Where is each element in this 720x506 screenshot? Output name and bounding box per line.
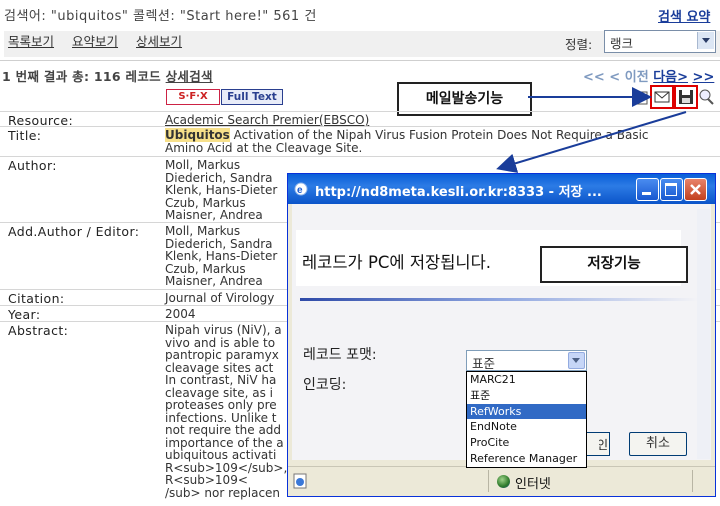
format-select[interactable]: 표준 — [466, 350, 587, 371]
minimize-button[interactable] — [636, 178, 659, 201]
sort-select-value: 랭크 — [610, 36, 634, 51]
title-highlight: Ubiquitos — [165, 128, 230, 142]
divider — [300, 298, 698, 301]
year-label: Year: — [8, 307, 41, 322]
format-option-procite[interactable]: ProCite — [467, 435, 586, 451]
save-icon[interactable] — [674, 85, 698, 109]
citation-value: Journal of Virology — [165, 291, 275, 305]
year-value: 2004 — [165, 307, 196, 321]
save-feature-callout: 저장기능 — [540, 246, 688, 283]
chevron-down-icon[interactable] — [568, 352, 585, 369]
author-label: Author: — [8, 158, 57, 173]
result-count-line: 1 번째 결과 총: 116 레코드 상세검색 — [2, 66, 213, 85]
chevron-down-icon[interactable] — [697, 32, 714, 49]
format-select-value: 표준 — [472, 356, 496, 371]
abstract-text: Nipah virus (NiV), a vivo and is able to… — [165, 323, 288, 500]
internet-zone-icon — [497, 475, 510, 488]
popup-titlebar[interactable]: e http://nd8meta.kesli.or.kr:8333 - 저장 .… — [288, 174, 715, 204]
close-icon — [690, 184, 701, 195]
tab-detail-view[interactable]: 상세보기 — [136, 31, 182, 50]
abstract-label: Abstract: — [8, 323, 69, 338]
maximize-button[interactable] — [660, 178, 683, 201]
title-rest: Activation of the Nipah Virus Fusion Pro… — [229, 128, 649, 142]
row-divider — [0, 156, 720, 157]
view-icon[interactable] — [634, 90, 650, 106]
prev-link[interactable]: << < 이전 — [583, 70, 649, 85]
title-label: Title: — [8, 128, 42, 143]
format-option-endnote[interactable]: EndNote — [467, 419, 586, 435]
format-option-reference-manager[interactable]: Reference Manager — [467, 451, 586, 467]
format-option-marc21[interactable]: MARC21 — [467, 372, 586, 388]
next-link[interactable]: 다음> — [653, 70, 688, 85]
sort-select[interactable]: 랭크 — [604, 30, 716, 53]
sfx-button[interactable]: S·F·X — [166, 89, 220, 105]
svg-text:e: e — [297, 185, 303, 196]
add-author-label: Add.Author / Editor: — [8, 224, 140, 239]
add-authors-list: Moll, Markus Diederich, Sandra Klenk, Ha… — [165, 224, 278, 288]
popup-statusbar: 인터넷 — [288, 466, 715, 496]
popup-content: 레코드가 PC에 저장됩니다. 레코드 포맷: 인코딩: 표준 MARC21 표… — [292, 204, 711, 468]
sort-label: 정렬: — [565, 37, 593, 52]
status-divider — [692, 470, 693, 492]
last-link[interactable]: >> — [693, 70, 715, 85]
mail-icon[interactable] — [650, 85, 674, 109]
search-query-summary: 검색어: "ubiquitos" 콜렉션: "Start here!" 561 … — [4, 9, 317, 24]
save-popup-window: e http://nd8meta.kesli.or.kr:8333 - 저장 .… — [287, 173, 716, 497]
pager: << < 이전 다음> >> — [583, 66, 714, 85]
format-option-refworks[interactable]: RefWorks — [467, 403, 586, 420]
search-summary-link[interactable]: 검색 요약 — [658, 6, 710, 25]
row-divider — [0, 111, 720, 112]
save-message: 레코드가 PC에 저장됩니다. — [302, 253, 492, 272]
popup-title: http://nd8meta.kesli.or.kr:8333 - 저장 ... — [315, 185, 602, 200]
result-count: 1 번째 결과 총: 116 레코드 — [2, 69, 161, 84]
status-divider — [488, 470, 489, 492]
search-person-icon[interactable] — [697, 88, 715, 106]
title-value: Ubiquitos Activation of the Nipah Virus … — [165, 128, 649, 142]
ok-button-label: 확인 — [585, 438, 608, 452]
close-button[interactable] — [684, 178, 707, 201]
title-line2: Amino Acid at the Cleavage Site. — [165, 141, 363, 155]
encoding-label: 인코딩: — [303, 377, 347, 393]
authors-list: Moll, Markus Diederich, Sandra Klenk, Ha… — [165, 158, 278, 222]
tab-list-view[interactable]: 목록보기 — [8, 31, 54, 50]
divider — [0, 60, 720, 61]
detail-search-link[interactable]: 상세검색 — [166, 69, 213, 84]
popup-scrollbar[interactable] — [697, 209, 710, 459]
security-zone-label: 인터넷 — [515, 477, 551, 492]
tab-summary-view[interactable]: 요약보기 — [72, 31, 118, 50]
format-option-standard[interactable]: 표준 — [467, 388, 586, 404]
citation-label: Citation: — [8, 291, 65, 306]
format-dropdown-list: MARC21 표준 RefWorks EndNote ProCite Refer… — [466, 371, 587, 468]
cancel-button[interactable]: 취소 — [629, 432, 687, 456]
ie-icon: e — [294, 182, 308, 196]
page-icon — [293, 473, 307, 489]
format-label: 레코드 포맷: — [303, 347, 377, 363]
resource-link[interactable]: Academic Search Premier(EBSCO) — [165, 114, 369, 127]
row-divider — [0, 126, 720, 127]
full-text-button[interactable]: Full Text — [221, 89, 283, 105]
